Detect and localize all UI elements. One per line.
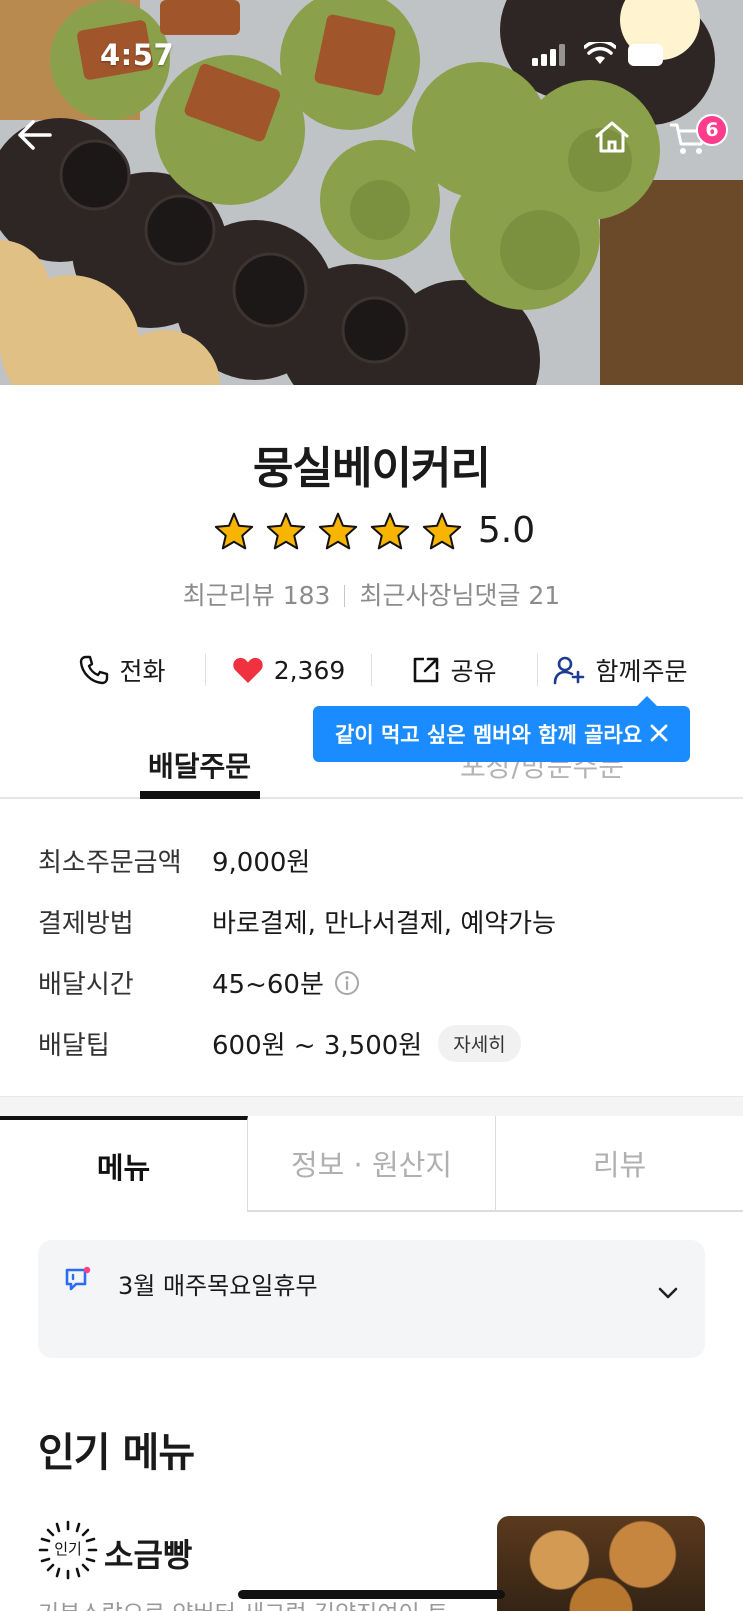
like-button[interactable]: 2,369 — [206, 656, 371, 685]
back-arrow-icon — [18, 120, 52, 150]
tooltip-text: 같이 먹고 싶은 멤버와 함께 골라요 — [335, 723, 643, 747]
section-divider — [0, 1096, 743, 1116]
popular-badge-label: 인기 — [54, 1540, 82, 1558]
tab-info-origin[interactable]: 정보 · 원산지 — [248, 1116, 495, 1212]
call-button[interactable]: 전화 — [40, 652, 205, 688]
heart-icon — [232, 657, 263, 683]
group-order-label: 함께주문 — [595, 657, 688, 686]
phone-icon — [80, 655, 109, 685]
store-name: 뭉실베이커리 — [253, 443, 491, 494]
close-icon[interactable] — [646, 720, 672, 746]
group-order-button[interactable]: 함께주문 — [538, 652, 703, 688]
rating-score: 5.0 — [477, 510, 536, 551]
delivery-tip-detail-button[interactable]: 자세히 — [438, 1025, 521, 1062]
back-button[interactable] — [18, 120, 72, 174]
home-indicator[interactable] — [238, 1590, 505, 1599]
add-person-icon — [554, 656, 585, 685]
info-label: 배달팁 — [38, 1031, 110, 1061]
review-summary[interactable]: 최근리뷰 183 최근사장님댓글 21 — [0, 576, 743, 612]
notice-speech-icon — [65, 1266, 91, 1291]
menu-item-photo — [497, 1516, 705, 1611]
info-row-min-order: 최소주문금액 9,000원 — [38, 842, 718, 903]
share-button[interactable]: 공유 — [372, 652, 537, 688]
wifi-icon — [584, 42, 616, 64]
home-icon — [595, 121, 629, 153]
info-icon[interactable] — [334, 970, 360, 996]
call-label: 전화 — [119, 657, 166, 686]
info-row-payment: 결제방법 바로결제, 만나서결제, 예약가능 — [38, 903, 718, 964]
store-hero-photo: 4:57 6 — [0, 0, 743, 385]
info-value: 45~60분 — [212, 970, 324, 1000]
star-icon — [370, 512, 410, 549]
info-row-delivery-tip: 배달팁 600원 ~ 3,500원 자세히 — [38, 1025, 718, 1086]
info-value: 바로결제, 만나서결제, 예약가능 — [212, 909, 557, 939]
share-icon — [414, 657, 439, 683]
notice-text: 3월 매주목요일휴무 — [118, 1272, 318, 1300]
star-icon — [318, 512, 358, 549]
recent-reviews-count[interactable]: 최근리뷰 183 — [183, 581, 331, 610]
info-label: 최소주문금액 — [38, 848, 182, 878]
home-button[interactable] — [594, 120, 648, 174]
cart-count-badge: 6 — [696, 114, 728, 146]
info-value: 600원 ~ 3,500원 — [212, 1031, 423, 1061]
owner-comments-count[interactable]: 최근사장님댓글 21 — [359, 581, 560, 610]
popular-menu-title: 인기 메뉴 — [38, 1430, 195, 1476]
share-label: 공유 — [450, 657, 497, 686]
info-label: 결제방법 — [38, 909, 134, 939]
info-label: 배달시간 — [38, 970, 134, 1000]
star-icon — [422, 512, 462, 549]
tab-menu[interactable]: 메뉴 — [0, 1116, 248, 1212]
like-count: 2,369 — [273, 655, 346, 685]
chevron-down-icon[interactable] — [657, 1286, 679, 1300]
info-value-wrap: 45~60분 — [212, 964, 360, 1001]
delivery-info: 최소주문금액 9,000원 결제방법 바로결제, 만나서결제, 예약가능 배달시… — [38, 842, 718, 1086]
store-actions: 전화 2,369 공유 함께주문 — [40, 648, 703, 692]
popular-badge: 인기 — [38, 1520, 98, 1580]
cellular-signal-icon — [532, 44, 565, 66]
star-icon — [214, 512, 254, 549]
status-bar: 4:57 — [0, 34, 743, 74]
divider — [344, 585, 346, 607]
info-row-delivery-time: 배달시간 45~60분 — [38, 964, 718, 1025]
store-rating[interactable]: 5.0 — [0, 510, 743, 551]
active-tab-indicator — [140, 791, 260, 799]
tab-reviews[interactable]: 리뷰 — [495, 1116, 743, 1212]
status-time: 4:57 — [100, 38, 175, 72]
store-notice[interactable]: 3월 매주목요일휴무 — [38, 1240, 705, 1358]
menu-item-name: 소금빵 — [104, 1536, 193, 1574]
tab-delivery-order[interactable]: 배달주문 — [148, 745, 251, 785]
info-value: 9,000원 — [212, 848, 311, 878]
group-order-tooltip: 같이 먹고 싶은 멤버와 함께 골라요 — [313, 706, 690, 762]
battery-icon — [628, 44, 663, 66]
star-icon — [266, 512, 306, 549]
info-value-wrap: 600원 ~ 3,500원 자세히 — [212, 1025, 521, 1062]
content-tabs: 메뉴 정보 · 원산지 리뷰 — [0, 1116, 743, 1212]
